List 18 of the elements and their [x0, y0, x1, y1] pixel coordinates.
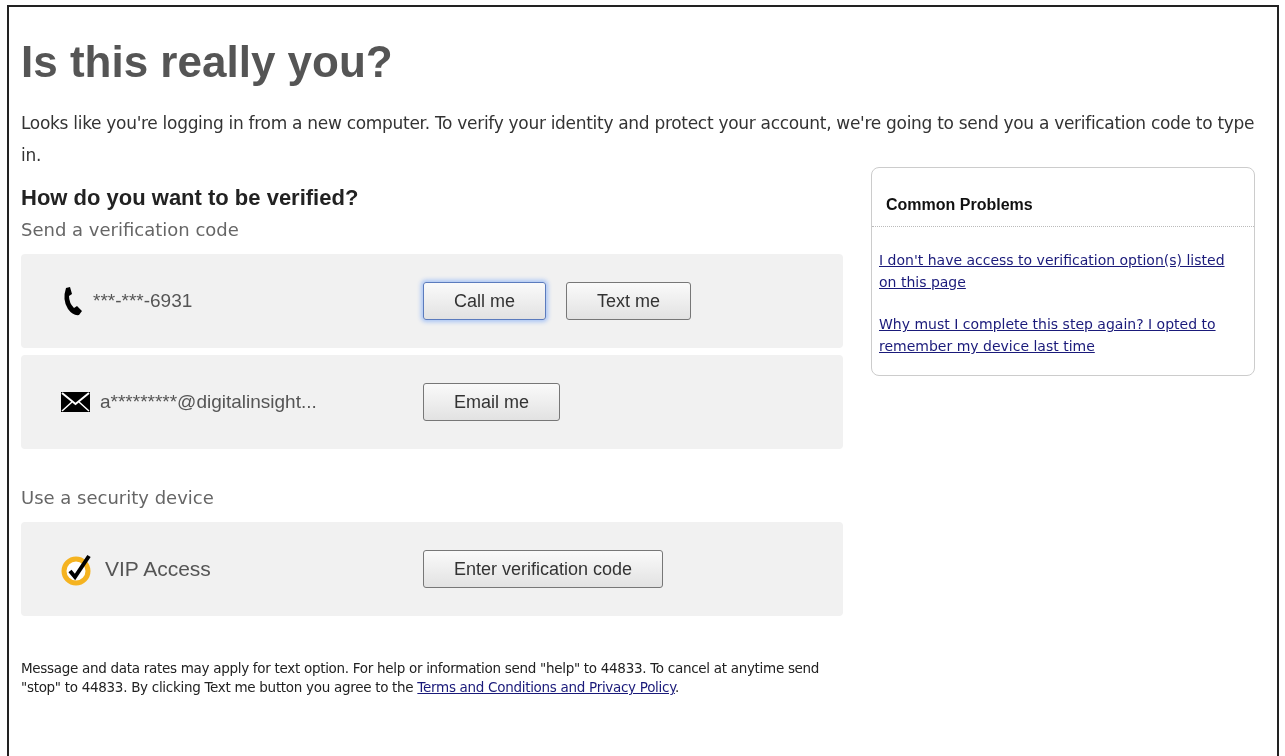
action-button[interactable]: Call me [423, 282, 546, 320]
section-heading: How do you want to be verified? [21, 185, 360, 211]
disclaimer-text: Message and data rates may apply for text option. For help or information send "help" to 44833. To cancel at anytime send "stop" to 44833. By clicking Text me button you agree to the Terms and Conditions and Privacy Policy. [21, 659, 821, 697]
subsection-label: Send a verification code [21, 219, 240, 240]
help-link[interactable]: Why must I complete this step again? I opted to remember my device last time [879, 313, 1246, 357]
page-title: Is this really you? [21, 37, 394, 87]
card-title: Common Problems [872, 168, 1254, 227]
action-button[interactable]: Text me [566, 282, 692, 320]
option-label: a*********@digitalinsight... [100, 391, 317, 413]
intro-text: Looks like you're logging in from a new computer. To verify your identity and protect your account, we're going to send you a verification code to type in. [21, 112, 1256, 167]
help-link[interactable]: I don't have access to verification option(s) listed on this page [879, 249, 1246, 293]
action-button[interactable]: Enter verification code [423, 550, 664, 588]
envelope-icon [61, 392, 90, 412]
action-button[interactable]: Email me [423, 383, 560, 421]
option-label: VIP Access [105, 557, 211, 581]
subsection-label: Use a security device [21, 487, 215, 508]
option-label: ***-***-6931 [93, 290, 193, 312]
terms-link[interactable]: Terms and Conditions and Privacy Policy [417, 679, 675, 695]
